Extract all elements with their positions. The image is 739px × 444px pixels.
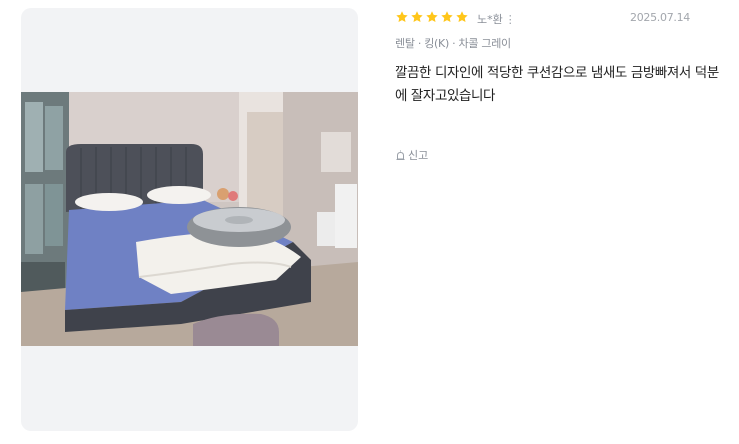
more-options-icon[interactable]: ⋮: [505, 13, 516, 26]
star-icon: [426, 11, 438, 23]
review-photo-frame[interactable]: [21, 8, 358, 431]
rating-stars: [395, 10, 469, 24]
report-label: 신고: [408, 149, 429, 162]
star-icon: [396, 11, 408, 23]
review-date: 2025.07.14: [630, 11, 690, 24]
star-icon: [456, 11, 468, 23]
review-photo[interactable]: [21, 92, 358, 346]
product-option: 렌탈 · 킹(K) · 차콜 그레이: [395, 37, 511, 50]
review-card: 노*환 ⋮ 2025.07.14 렌탈 · 킹(K) · 차콜 그레이 깔끔한 디…: [0, 0, 739, 444]
siren-icon: [396, 150, 405, 160]
review-meta: 노*환 ⋮ 2025.07.14: [395, 10, 730, 26]
star-icon: [411, 11, 423, 23]
review-text: 깔끔한 디자인에 적당한 쿠션감으로 냄새도 금방빠져서 덕분에 잘자고있습니다: [395, 65, 719, 104]
author-name: 노*환 ⋮: [477, 13, 516, 26]
report-button[interactable]: 신고: [395, 147, 428, 163]
star-icon: [441, 11, 453, 23]
